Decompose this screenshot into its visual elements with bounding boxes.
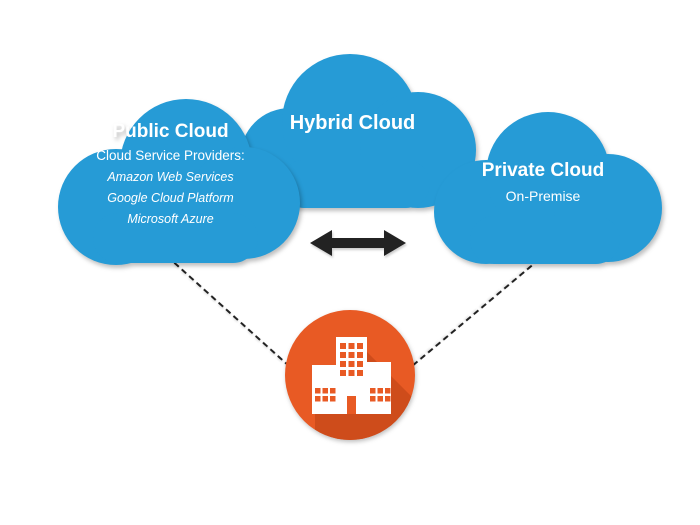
double-arrow-icon [310,226,406,265]
private-cloud: Private Cloud On-Premise [418,108,668,268]
building-icon [285,310,415,440]
connector-private-to-building [397,258,540,378]
diagram-stage: Hybrid Cloud Public Cloud Cloud Service … [0,0,700,525]
public-cloud: Public Cloud Cloud Service Providers: Am… [38,95,303,270]
